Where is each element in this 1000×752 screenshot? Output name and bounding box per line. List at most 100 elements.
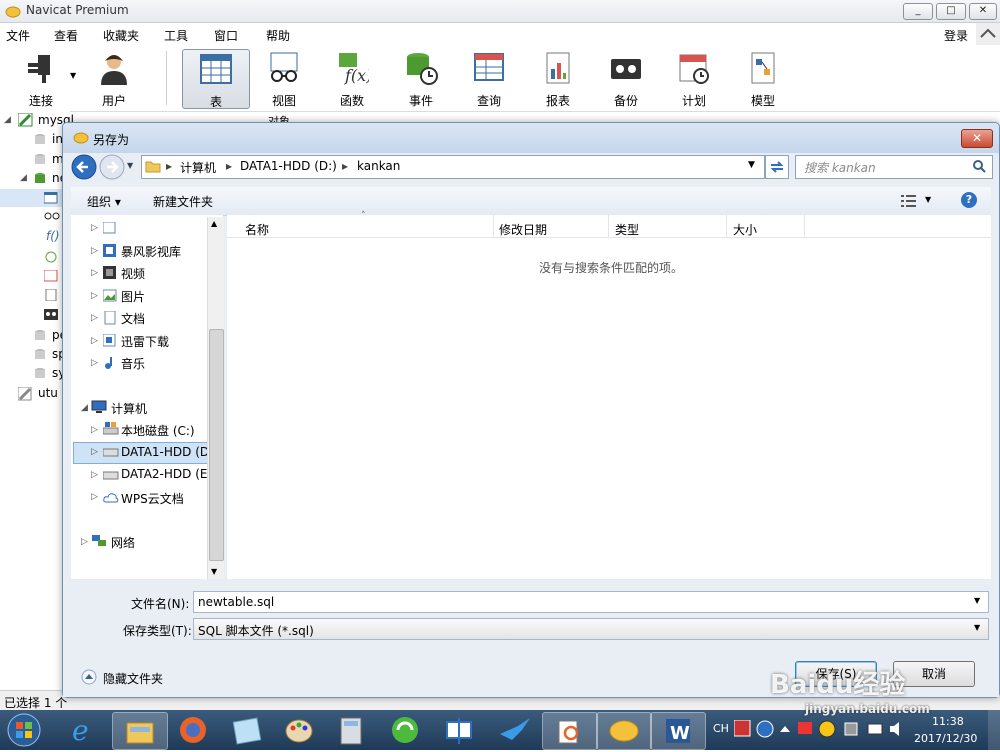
address-bar[interactable]: ▸ 计算机 ▸ DATA1-HDD (D:) ▸ kankan ▼ [141,155,765,179]
expand-arrow-icon[interactable]: ▷ [91,223,98,233]
taskbar-snipping-button[interactable] [432,712,486,748]
taskbar-app-button[interactable] [220,712,274,748]
network-status-icon[interactable] [866,720,884,738]
expand-arrow-icon[interactable]: ▷ [91,447,98,457]
nav-item-computer[interactable]: 计算机 [111,400,147,417]
toolbar-model-button[interactable]: 模型 [732,49,794,108]
column-header-modified[interactable]: 修改日期 [499,221,547,238]
nav-item-data1-hdd[interactable]: DATA1-HDD (D: [121,445,213,459]
column-divider[interactable] [608,215,609,237]
start-button-icon[interactable] [4,712,44,748]
menu-help[interactable]: 帮助 [266,27,290,44]
volume-icon[interactable] [888,720,906,738]
help-icon[interactable]: ? [961,192,977,208]
menu-favorites[interactable]: 收藏夹 [103,27,139,44]
maximize-button[interactable]: □ [936,3,966,20]
taskbar-360-button[interactable] [378,712,432,748]
nav-item-thunder-downloads[interactable]: 迅雷下载 [121,333,169,350]
scroll-up-icon[interactable]: ▲ [211,219,217,228]
expand-arrow-icon[interactable]: ▷ [91,336,98,346]
taskbar-paint-button[interactable] [272,712,326,748]
address-dropdown-icon[interactable]: ▼ [748,160,755,170]
toolbar-user-button[interactable]: 用户 [83,49,145,108]
nav-item-documents[interactable]: 文档 [121,310,145,327]
input-method-icon[interactable] [734,720,752,738]
search-box[interactable]: 搜索 kankan [795,155,993,179]
minimize-button[interactable]: _ [903,3,933,20]
expand-arrow-icon[interactable]: ▷ [81,537,88,547]
show-desktop-button[interactable] [988,710,1000,750]
toolbar-table-button[interactable]: 表 [182,49,250,109]
filetype-dropdown-icon[interactable]: ▼ [974,623,980,632]
toolbar-schedule-button[interactable]: 计划 [663,49,725,108]
history-dropdown-icon[interactable]: ▼ [127,161,133,170]
shield-icon[interactable] [818,720,836,738]
taskbar-calculator-button[interactable] [324,712,378,748]
taskbar-word-button[interactable]: W [650,712,706,750]
new-folder-button[interactable]: 新建文件夹 [153,193,213,210]
scrollbar-thumb[interactable] [209,329,224,561]
expand-arrow-icon[interactable]: ▷ [91,492,98,502]
taskbar-explorer-button[interactable] [112,712,168,750]
breadcrumb-drive[interactable]: DATA1-HDD (D:) [240,159,337,173]
expand-arrow-icon[interactable]: ▷ [91,470,98,480]
view-dropdown-icon[interactable]: ▼ [925,195,931,204]
dialog-close-button[interactable]: ✕ [961,129,993,148]
filename-value[interactable]: newtable.sql [198,595,274,609]
breadcrumb-computer[interactable]: 计算机 [180,159,216,176]
chevron-up-icon[interactable] [976,23,1000,45]
breadcrumb-folder[interactable]: kankan [357,159,400,173]
taskbar-ie-button[interactable]: e [56,712,110,748]
nav-item-data2-hdd[interactable]: DATA2-HDD (E: [121,467,212,481]
column-header-name[interactable]: 名称 [245,221,269,238]
refresh-button[interactable] [765,155,789,179]
column-header-type[interactable]: 类型 [615,221,639,238]
nav-item-wps-cloud[interactable]: WPS云文档 [121,490,184,507]
connection-utu[interactable]: utu [38,386,58,400]
menu-tools[interactable]: 工具 [164,27,188,44]
nav-item-music[interactable]: 音乐 [121,355,145,372]
nav-item-videos[interactable]: 视频 [121,265,145,282]
expand-arrow-icon[interactable]: ▷ [91,358,98,368]
expand-arrow-icon[interactable]: ▷ [91,291,98,301]
toolbar-function-button[interactable]: f(x) 函数 [321,49,383,108]
help-circle-icon[interactable] [756,720,774,738]
toolbar-event-button[interactable]: 事件 [390,49,452,108]
back-arrow-icon[interactable] [71,154,97,180]
forward-arrow-icon[interactable] [99,154,125,180]
search-icon[interactable] [972,159,986,173]
dropdown-arrow-icon[interactable]: ▼ [70,71,76,80]
login-link[interactable]: 登录 [944,27,968,44]
expand-arrow-icon[interactable]: ▷ [91,425,98,435]
nav-item-pictures[interactable]: 图片 [121,288,145,305]
close-window-button[interactable]: ✕ [969,3,997,20]
nav-item-local-disk-c[interactable]: 本地磁盘 (C:) [121,422,195,439]
hide-folders-toggle[interactable]: 隐藏文件夹 [103,670,163,687]
expand-arrow-icon[interactable]: ▷ [91,246,98,256]
filename-dropdown-icon[interactable]: ▼ [974,596,980,605]
collapse-toggle-icon[interactable]: ◢ [20,173,27,183]
column-header-size[interactable]: 大小 [733,221,757,238]
breadcrumb-separator[interactable]: ▸ [226,159,232,173]
power-icon[interactable] [842,720,860,738]
collapse-up-icon[interactable] [81,669,97,685]
taskbar-firefox-button[interactable] [166,712,220,748]
filename-input[interactable]: newtable.sql ▼ [193,591,989,613]
view-options-icon[interactable] [901,194,917,208]
collapse-arrow-icon[interactable]: ◢ [81,403,88,413]
scroll-down-icon[interactable]: ▼ [211,567,217,576]
taskbar-bird-button[interactable] [488,712,542,748]
search-placeholder[interactable]: 搜索 kankan [804,159,876,176]
expand-arrow-icon[interactable]: ▷ [91,313,98,323]
flag-icon[interactable] [796,720,814,738]
toolbar-query-button[interactable]: 查询 [458,49,520,108]
nav-item-video-library[interactable]: 暴风影视库 [121,243,181,260]
nav-item-network[interactable]: 网络 [111,534,135,551]
taskbar-navicat-button[interactable] [596,712,652,750]
collapse-toggle-icon[interactable]: ◢ [4,115,11,125]
filetype-value[interactable]: SQL 脚本文件 (*.sql) [198,622,314,639]
breadcrumb-separator[interactable]: ▸ [342,159,348,173]
clock-time[interactable]: 11:38 [932,715,964,728]
breadcrumb-separator[interactable]: ▸ [166,159,172,173]
navigation-scrollbar[interactable]: ▲ ▼ [207,217,224,579]
